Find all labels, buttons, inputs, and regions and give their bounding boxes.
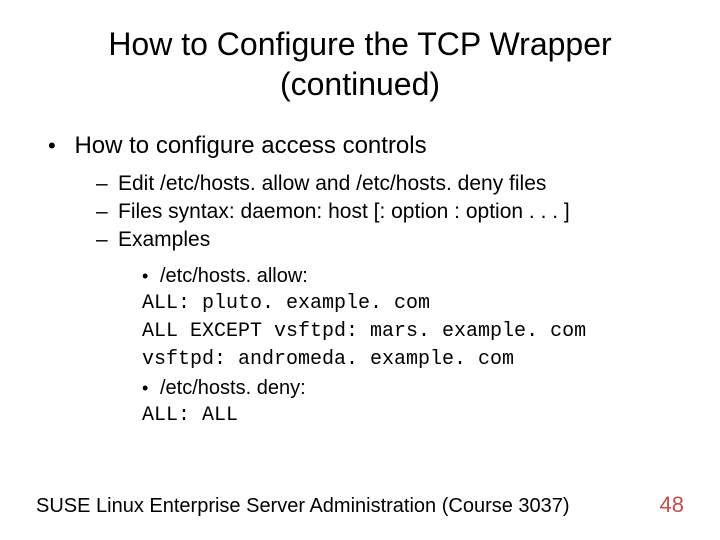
example-code: ALL: pluto. example. com — [142, 292, 430, 315]
list-item: /etc/hosts. deny: — [142, 374, 684, 402]
list-item: vsftpd: andromeda. example. com — [142, 346, 684, 374]
bullet-list-level3: /etc/hosts. allow: ALL: pluto. example. … — [142, 262, 684, 430]
bullet-list-level2: Edit /etc/hosts. allow and /etc/hosts. d… — [96, 170, 684, 430]
list-item: ALL: ALL — [142, 402, 684, 430]
example-text: /etc/hosts. allow: — [160, 265, 308, 287]
list-item: ALL: pluto. example. com — [142, 290, 684, 318]
page-number: 48 — [660, 492, 684, 518]
list-item: /etc/hosts. allow: — [142, 262, 684, 290]
list-item: ALL EXCEPT vsftpd: mars. example. com — [142, 318, 684, 346]
example-code: ALL: ALL — [142, 404, 238, 427]
list-item: Files syntax: daemon: host [: option : o… — [96, 198, 684, 226]
bullet-list-level1: How to configure access controls Edit /e… — [48, 132, 684, 430]
sub-bullet-text: Edit /etc/hosts. allow and /etc/hosts. d… — [118, 170, 546, 198]
list-item: Examples /etc/hosts. allow: ALL: pluto. … — [96, 226, 684, 430]
sub-bullet-text: Examples — [118, 226, 210, 254]
slide-footer: SUSE Linux Enterprise Server Administrat… — [36, 492, 684, 518]
list-item: How to configure access controls Edit /e… — [48, 132, 684, 430]
slide-title: How to Configure the TCP Wrapper (contin… — [60, 24, 660, 104]
list-item: Edit /etc/hosts. allow and /etc/hosts. d… — [96, 170, 684, 198]
example-code: vsftpd: andromeda. example. com — [142, 348, 514, 371]
example-code: ALL EXCEPT vsftpd: mars. example. com — [142, 320, 586, 343]
bullet-text: How to configure access controls — [74, 132, 426, 160]
footer-text: SUSE Linux Enterprise Server Administrat… — [36, 495, 570, 518]
example-text: /etc/hosts. deny: — [160, 377, 306, 399]
sub-bullet-text: Files syntax: daemon: host [: option : o… — [118, 198, 570, 226]
